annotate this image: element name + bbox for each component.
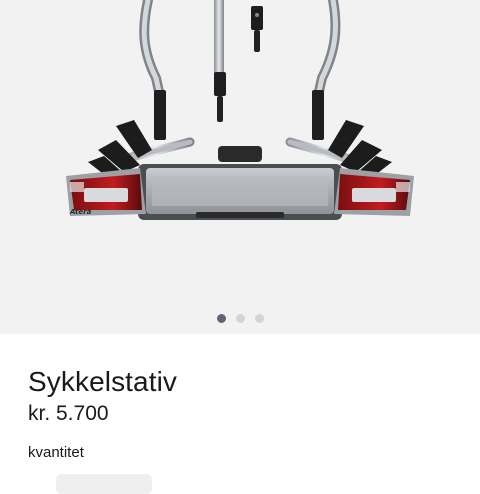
product-info: Sykkelstativ kr. 5.700 kvantitet: [0, 334, 480, 494]
pagination-dot-1[interactable]: [216, 313, 226, 323]
pagination-dot-2[interactable]: [235, 313, 245, 323]
product-price: kr. 5.700: [28, 402, 109, 425]
pagination-dot-3[interactable]: [254, 313, 264, 323]
gallery-pagination: [0, 312, 480, 324]
product-image-gallery[interactable]: Atera: [0, 0, 480, 334]
product-title: Sykkelstativ: [28, 366, 178, 397]
quantity-selector[interactable]: [56, 474, 152, 494]
brand-mark: Atera: [69, 208, 92, 216]
bike-carrier-image: Atera: [66, 0, 414, 220]
quantity-label: kvantitet: [28, 444, 84, 461]
